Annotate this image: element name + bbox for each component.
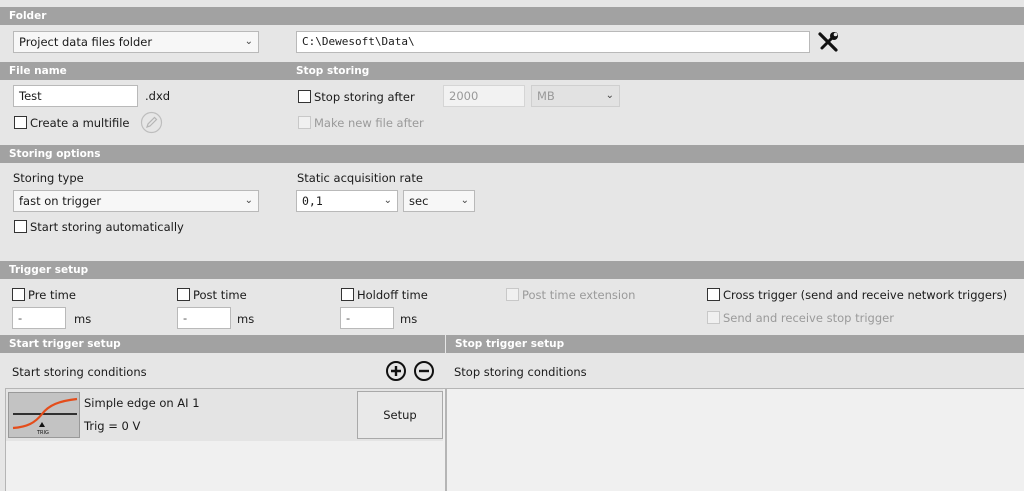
create-multifile-checkbox[interactable]: Create a multifile (14, 115, 129, 131)
chevron-down-icon: ⌄ (460, 195, 469, 206)
edge-trigger-thumbnail: TRIG (8, 392, 80, 438)
rate-value: 0,1 (302, 194, 323, 208)
auto-start-checkbox[interactable]: Start storing automatically (14, 219, 184, 235)
setup-button[interactable]: Setup (357, 391, 443, 439)
condition-detail: Trig = 0 V (84, 419, 141, 433)
storing-type-value: fast on trigger (19, 194, 102, 208)
stop-trigger-label: Send and receive stop trigger (723, 311, 894, 325)
auto-start-label: Start storing automatically (30, 220, 184, 234)
post-extension-checkbox[interactable]: Post time extension (506, 287, 635, 303)
storing-type-select[interactable]: fast on trigger ⌄ (13, 190, 259, 212)
new-file-label: Make new file after (314, 116, 424, 130)
start-trigger-header: Start trigger setup (0, 335, 445, 353)
filename-header-bar: File name (0, 62, 1024, 80)
stop-after-label: Stop storing after (314, 90, 415, 104)
post-time-checkbox[interactable]: Post time (177, 287, 247, 303)
pencil-icon[interactable] (140, 111, 163, 134)
list-item[interactable]: TRIG Simple edge on AI 1 Trig = 0 V Setu… (6, 389, 443, 441)
add-condition-icon[interactable] (385, 360, 407, 382)
rate-unit-value: sec (409, 194, 429, 208)
new-file-checkbox[interactable]: Make new file after (298, 115, 424, 131)
stop-conditions-label: Stop storing conditions (454, 365, 587, 379)
stop-conditions-list (446, 388, 1024, 491)
folder-location-select[interactable]: Project data files folder ⌄ (13, 31, 259, 53)
stop-trigger-checkbox[interactable]: Send and receive stop trigger (707, 310, 894, 326)
rate-label: Static acquisition rate (297, 171, 423, 185)
cross-trigger-checkbox[interactable]: Cross trigger (send and receive network … (707, 287, 1007, 303)
condition-title: Simple edge on AI 1 (84, 396, 200, 410)
holdoff-label: Holdoff time (357, 288, 428, 302)
filename-input[interactable]: Test (13, 85, 138, 107)
storing-options-header: Storing options (0, 145, 1024, 163)
checkbox-box (177, 288, 190, 301)
trig-text: TRIG (36, 430, 49, 436)
chevron-down-icon: ⌄ (383, 195, 392, 206)
checkbox-box (707, 311, 720, 324)
holdoff-input[interactable]: - (340, 307, 394, 329)
stop-unit-value: MB (537, 89, 555, 103)
folder-header: Folder (0, 7, 1024, 25)
folder-location-value: Project data files folder (19, 35, 153, 49)
start-conditions-label: Start storing conditions (12, 365, 147, 379)
file-extension: .dxd (145, 89, 171, 103)
chevron-down-icon: ⌄ (244, 36, 253, 47)
chevron-down-icon: ⌄ (605, 90, 614, 101)
post-time-unit: ms (237, 312, 255, 326)
edge-trigger-graph-icon: TRIG (12, 397, 78, 436)
stop-after-checkbox[interactable]: Stop storing after (298, 89, 415, 105)
filename-header: File name (9, 65, 67, 77)
tools-icon[interactable] (816, 30, 840, 54)
checkbox-box (12, 288, 25, 301)
create-multifile-label: Create a multifile (30, 116, 130, 130)
stop-unit-select[interactable]: MB ⌄ (531, 85, 620, 107)
checkbox-box (506, 288, 519, 301)
rate-unit-select[interactable]: sec ⌄ (403, 190, 475, 212)
chevron-down-icon: ⌄ (244, 195, 253, 206)
checkbox-box (298, 90, 311, 103)
stop-trigger-header: Stop trigger setup (446, 335, 1024, 353)
checkbox-box (14, 220, 27, 233)
checkbox-box (341, 288, 354, 301)
storing-type-label: Storing type (13, 171, 84, 185)
rate-select[interactable]: 0,1 ⌄ (296, 190, 398, 212)
pre-time-input[interactable]: - (12, 307, 66, 329)
pre-time-checkbox[interactable]: Pre time (12, 287, 76, 303)
stop-after-value-input[interactable]: 2000 (443, 85, 525, 107)
holdoff-checkbox[interactable]: Holdoff time (341, 287, 428, 303)
start-conditions-list: TRIG Simple edge on AI 1 Trig = 0 V Setu… (5, 388, 446, 491)
pre-time-label: Pre time (28, 288, 76, 302)
trigger-setup-header: Trigger setup (0, 261, 1024, 279)
cross-trigger-label: Cross trigger (send and receive network … (723, 288, 1008, 302)
pre-time-unit: ms (74, 312, 92, 326)
checkbox-box (298, 116, 311, 129)
holdoff-unit: ms (400, 312, 418, 326)
post-time-label: Post time (193, 288, 247, 302)
folder-path-input[interactable]: C:\Dewesoft\Data\ (296, 31, 810, 53)
post-extension-label: Post time extension (522, 288, 636, 302)
checkbox-box (14, 116, 27, 129)
post-time-input[interactable]: - (177, 307, 231, 329)
checkbox-box (707, 288, 720, 301)
stop-storing-header: Stop storing (296, 65, 370, 77)
remove-condition-icon[interactable] (413, 360, 435, 382)
